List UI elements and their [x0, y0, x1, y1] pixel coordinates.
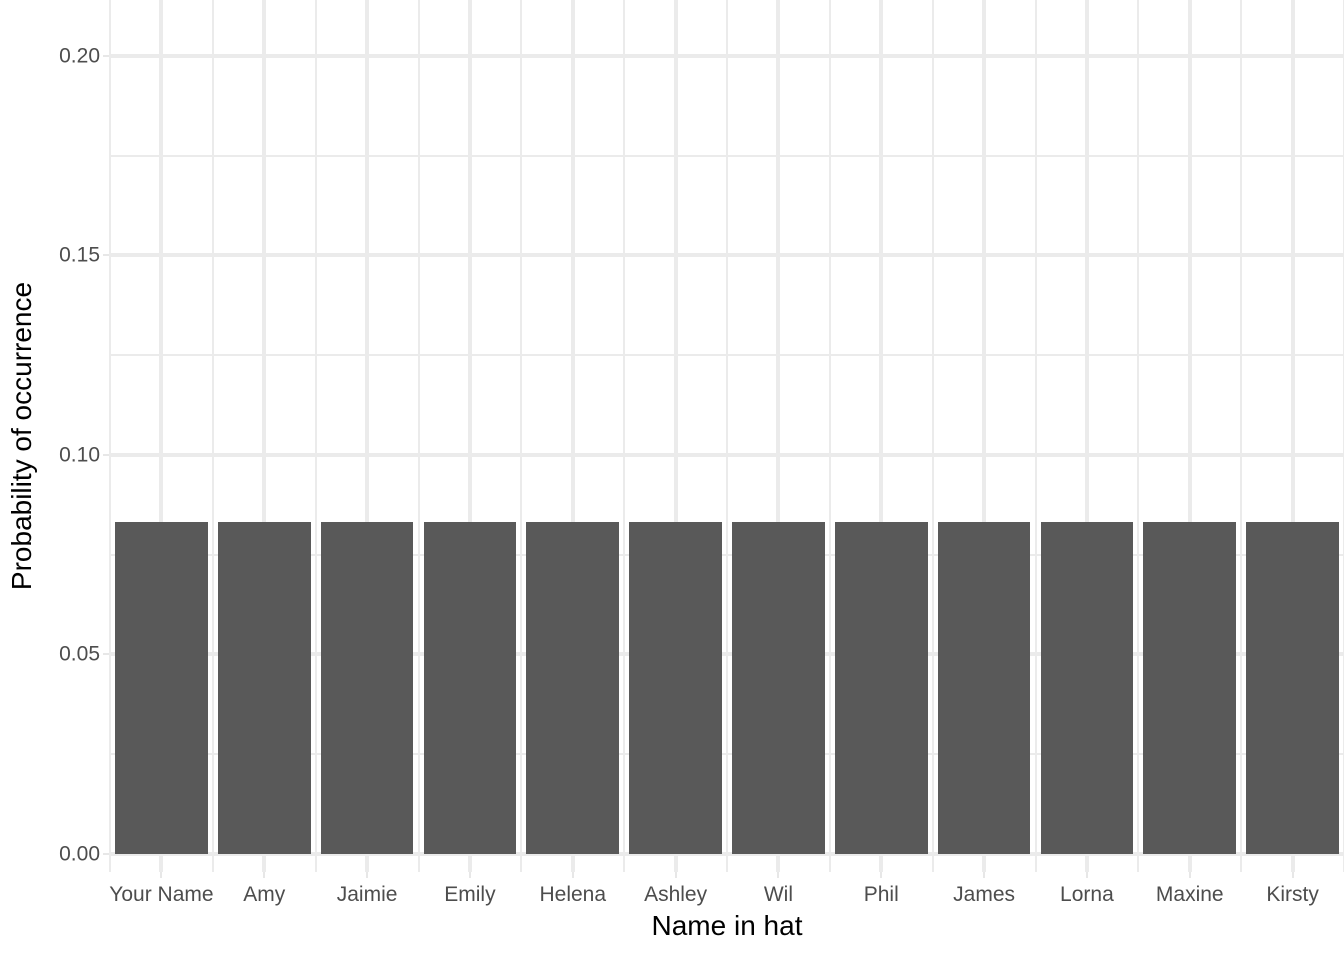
x-axis-tick-label: Your Name [109, 883, 214, 906]
bar [526, 521, 620, 855]
y-axis-tick-label: 0.10 [59, 443, 100, 467]
y-axis-title-text: Probability of occurrence [6, 281, 37, 591]
y-axis-tick-label: 0.00 [59, 842, 100, 866]
x-axis-tick-mark [1085, 872, 1088, 878]
x-axis-tick-mark [983, 872, 986, 878]
x-axis-tick-label: Kirsty [1266, 883, 1319, 906]
bar [732, 521, 825, 855]
bar [629, 521, 722, 855]
gridline-x-minor [931, 0, 934, 872]
bar [1143, 521, 1237, 855]
gridline-x-minor [211, 0, 214, 872]
gridline-x-minor [828, 0, 831, 872]
x-axis-tick-mark [366, 872, 369, 878]
x-axis-title: Name in hat [651, 910, 803, 941]
x-axis-tick-mark [160, 872, 163, 878]
x-axis-tick-label: Maxine [1155, 883, 1224, 906]
plot-panel [109, 0, 1344, 872]
gridline-x-minor [520, 0, 523, 872]
x-axis-tick-label: Ashley [644, 883, 708, 906]
gridline-x-minor [1240, 0, 1243, 872]
x-axis-tick-mark [468, 872, 471, 878]
gridline-x-minor [109, 0, 111, 872]
x-axis-tick-label: Jaimie [336, 883, 398, 906]
bar [834, 521, 928, 855]
bar [1246, 521, 1339, 855]
x-axis-tick-label: Helena [539, 883, 607, 906]
x-axis-tick-label: James [953, 883, 1016, 906]
x-axis-tick-label: Phil [863, 883, 899, 906]
x-axis-tick-mark [674, 872, 677, 878]
chart-figure: Probability of occurrence 0.00 0.05 0.10 0.… [0, 0, 1344, 960]
x-axis-tick-labels: Your Name Amy Jaimie Emily Helena Ashley Wil Ph… [109, 881, 1344, 913]
x-axis-tick-label: Emily [444, 883, 496, 906]
gridline-x-minor [417, 0, 420, 872]
gridline-x-minor [1137, 0, 1140, 872]
x-axis-tick-mark [263, 872, 266, 878]
x-axis-tick-mark [1291, 872, 1294, 878]
gridline-x-minor [623, 0, 626, 872]
gridline-x-minor [1034, 0, 1037, 872]
bar [423, 521, 517, 855]
gridline-x-minor [726, 0, 728, 872]
bar [320, 521, 414, 855]
bar [937, 521, 1031, 855]
y-axis-tick-label: 0.15 [59, 243, 100, 267]
x-axis-tick-mark [777, 872, 780, 878]
bar [115, 521, 208, 855]
bar [217, 521, 311, 855]
x-axis-tick-label: Wil [763, 883, 793, 906]
y-axis-tick-labels: 0.00 0.05 0.10 0.15 0.20 [36, 0, 100, 872]
x-axis-tick-mark [880, 872, 883, 878]
x-axis-tick-label: Lorna [1060, 883, 1114, 906]
gridline-x-minor [314, 0, 317, 872]
x-axis-tick-mark [1188, 872, 1191, 878]
y-axis-tick-label: 0.20 [59, 44, 100, 68]
x-axis-tick-label: Amy [243, 883, 286, 906]
bar [1040, 521, 1134, 855]
x-axis-tick-marks [110, 872, 1344, 879]
y-axis-tick-label: 0.05 [59, 642, 100, 666]
x-axis-tick-mark [571, 872, 574, 878]
